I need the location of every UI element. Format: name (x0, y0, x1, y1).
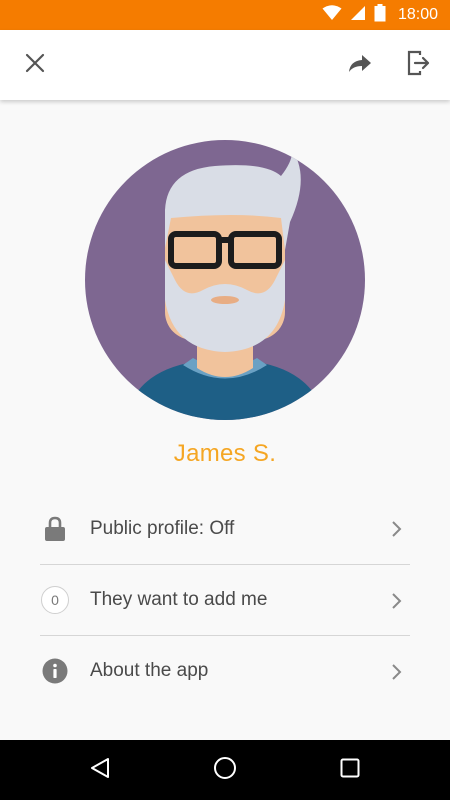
menu-item-label: Public profile: Off (90, 517, 235, 539)
navigation-bar (0, 740, 450, 800)
menu-item-label: They want to add me (90, 589, 268, 610)
close-button[interactable] (13, 43, 57, 87)
back-icon (89, 757, 111, 783)
app-bar (0, 30, 450, 100)
count-badge: 0 (41, 586, 69, 614)
recents-icon (340, 758, 360, 782)
chevron-right-icon (390, 592, 402, 614)
avatar (85, 140, 365, 420)
menu-item-label: About the app (90, 660, 209, 681)
status-time: 18:00 (397, 6, 438, 23)
lock-icon (40, 514, 70, 544)
profile-menu: Public profile: Off 0 They want to add m… (40, 493, 410, 706)
logout-button[interactable] (397, 43, 441, 87)
share-button[interactable] (338, 43, 382, 87)
menu-item-public-profile[interactable]: Public profile: Off (40, 493, 410, 564)
signal-icon (350, 5, 366, 25)
recents-button[interactable] (335, 755, 365, 785)
close-icon (25, 53, 45, 77)
home-button[interactable] (210, 755, 240, 785)
battery-icon (374, 4, 386, 26)
menu-item-add-requests[interactable]: 0 They want to add me (40, 564, 410, 635)
count-badge-wrapper: 0 (40, 585, 70, 615)
chevron-right-icon (390, 663, 402, 685)
user-name: James S. (173, 440, 277, 467)
wifi-icon (322, 5, 342, 25)
home-icon (213, 756, 237, 784)
status-bar: 18:00 (0, 0, 450, 30)
share-icon (348, 53, 372, 77)
logout-icon (406, 50, 432, 80)
chevron-right-icon (390, 520, 402, 542)
back-button[interactable] (85, 755, 115, 785)
info-icon (40, 656, 70, 686)
menu-item-about[interactable]: About the app (40, 635, 410, 706)
